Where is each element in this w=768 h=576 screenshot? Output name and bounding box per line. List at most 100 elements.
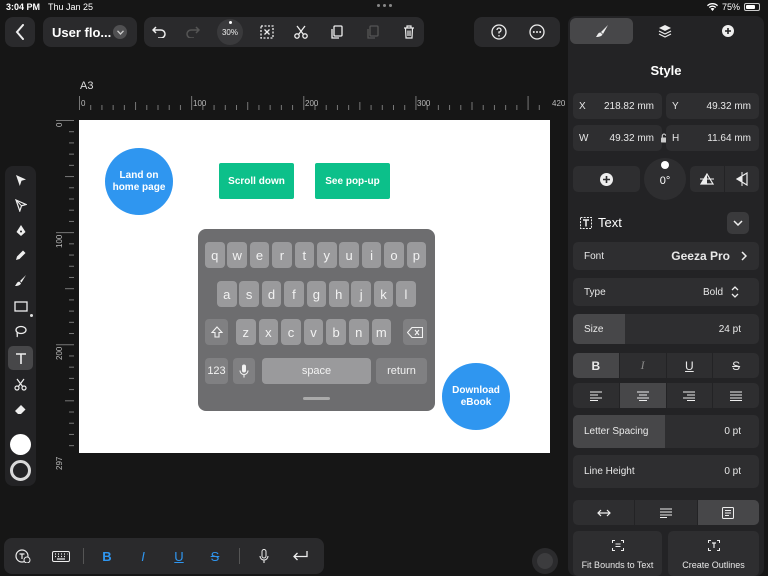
fill-color-swatch[interactable]: [10, 434, 31, 455]
auto-width-button[interactable]: [573, 500, 636, 525]
tab-add[interactable]: [696, 18, 759, 44]
scissors-tool[interactable]: [8, 372, 33, 396]
align-justify-button[interactable]: [713, 383, 759, 408]
flip-vertical-button[interactable]: [690, 166, 725, 192]
key-r[interactable]: r: [272, 242, 292, 268]
node-download-ebook[interactable]: Download eBook: [442, 363, 510, 430]
pencil-tool[interactable]: [8, 243, 33, 267]
key-t[interactable]: t: [294, 242, 315, 268]
keyboard-toggle-button[interactable]: [48, 538, 74, 574]
key-o[interactable]: o: [384, 242, 404, 268]
align-right-button[interactable]: [667, 383, 714, 408]
add-transform-button[interactable]: [573, 166, 640, 192]
align-center-button[interactable]: [619, 383, 667, 408]
letter-spacing-slider[interactable]: Letter Spacing 0 pt: [573, 415, 759, 448]
italic-shortcut-button[interactable]: I: [130, 538, 156, 574]
lasso-tool[interactable]: [8, 319, 33, 343]
fit-bounds-button[interactable]: Fit Bounds to Text: [573, 531, 662, 576]
shape-tool[interactable]: [8, 294, 33, 318]
align-left-button[interactable]: [573, 383, 620, 408]
return-button[interactable]: [287, 538, 313, 574]
type-field[interactable]: Type Bold: [573, 278, 759, 306]
text-format-button[interactable]: [10, 538, 36, 574]
dictation-key[interactable]: [233, 358, 255, 384]
node-land-on-home-page[interactable]: Land on home page: [105, 148, 173, 215]
key-s[interactable]: s: [239, 281, 259, 307]
key-l[interactable]: l: [396, 281, 416, 307]
key-f[interactable]: f: [284, 281, 304, 307]
tab-style[interactable]: [570, 18, 633, 44]
help-button[interactable]: [484, 17, 514, 47]
key-h[interactable]: h: [329, 281, 349, 307]
brush-tool[interactable]: [8, 268, 33, 292]
key-b[interactable]: b: [326, 319, 346, 345]
back-button[interactable]: [5, 17, 35, 47]
key-d[interactable]: d: [261, 281, 282, 307]
node-scroll-down[interactable]: Scroll down: [219, 163, 294, 199]
strike-shortcut-button[interactable]: S: [202, 538, 228, 574]
key-a[interactable]: a: [217, 281, 237, 307]
fixed-size-button[interactable]: [697, 500, 759, 525]
key-p[interactable]: p: [406, 242, 427, 268]
delete-button[interactable]: [394, 17, 424, 47]
key-c[interactable]: c: [281, 319, 301, 345]
text-tool[interactable]: [8, 346, 33, 370]
key-v[interactable]: v: [303, 319, 324, 345]
copy-button[interactable]: [322, 17, 352, 47]
pen-tool[interactable]: [8, 218, 33, 242]
select-tool[interactable]: [8, 168, 33, 192]
redo-button[interactable]: [178, 17, 208, 47]
document-title-button[interactable]: User flo...: [43, 17, 137, 47]
create-outlines-button[interactable]: Create Outlines: [668, 531, 759, 576]
key-i[interactable]: i: [361, 242, 382, 268]
key-g[interactable]: g: [306, 281, 327, 307]
paste-button[interactable]: [358, 17, 388, 47]
key-e[interactable]: e: [249, 242, 270, 268]
underline-shortcut-button[interactable]: U: [166, 538, 192, 574]
key-m[interactable]: m: [371, 319, 392, 345]
zoom-indicator[interactable]: 30%: [217, 19, 243, 45]
line-height-slider[interactable]: Line Height 0 pt: [573, 455, 759, 488]
key-x[interactable]: x: [258, 319, 279, 345]
key-z[interactable]: z: [236, 319, 256, 345]
numbers-key[interactable]: 123: [205, 358, 228, 384]
space-key[interactable]: space: [262, 358, 371, 384]
auto-height-button[interactable]: [635, 500, 698, 525]
x-field[interactable]: X 218.82 mm: [573, 93, 662, 119]
key-w[interactable]: w: [227, 242, 247, 268]
keyboard-drag-handle[interactable]: [303, 397, 330, 400]
italic-toggle[interactable]: I: [620, 353, 667, 378]
h-field[interactable]: H 11.64 mm: [666, 125, 759, 151]
crop-button[interactable]: [252, 17, 282, 47]
shift-key[interactable]: [205, 319, 228, 345]
more-button[interactable]: [522, 17, 552, 47]
size-slider[interactable]: Size 24 pt: [573, 314, 759, 344]
multitask-dots[interactable]: [377, 4, 392, 7]
undo-button[interactable]: [144, 17, 174, 47]
key-q[interactable]: q: [205, 242, 225, 268]
dictation-button[interactable]: [251, 538, 277, 574]
rotation-dial[interactable]: 0°: [644, 158, 686, 200]
underline-toggle[interactable]: U: [667, 353, 714, 378]
y-field[interactable]: Y 49.32 mm: [666, 93, 759, 119]
delete-key[interactable]: [403, 319, 427, 345]
key-j[interactable]: j: [351, 281, 371, 307]
eraser-tool[interactable]: [8, 397, 33, 421]
node-see-pop-up[interactable]: See pop-up: [315, 163, 390, 199]
key-k[interactable]: k: [373, 281, 394, 307]
strikethrough-toggle[interactable]: S: [713, 353, 759, 378]
key-n[interactable]: n: [349, 319, 369, 345]
cut-button[interactable]: [286, 17, 316, 47]
stroke-color-swatch[interactable]: [10, 460, 31, 481]
key-u[interactable]: u: [339, 242, 359, 268]
bold-shortcut-button[interactable]: B: [94, 538, 120, 574]
tab-layers[interactable]: [633, 18, 696, 44]
font-field[interactable]: Font Geeza Pro: [573, 242, 759, 270]
direct-select-tool[interactable]: [8, 193, 33, 217]
bold-toggle[interactable]: B: [573, 353, 620, 378]
w-field[interactable]: W 49.32 mm: [573, 125, 662, 151]
collapse-button[interactable]: [727, 212, 749, 234]
return-key[interactable]: return: [376, 358, 427, 384]
flip-horizontal-button[interactable]: [725, 166, 759, 192]
key-y[interactable]: y: [317, 242, 337, 268]
